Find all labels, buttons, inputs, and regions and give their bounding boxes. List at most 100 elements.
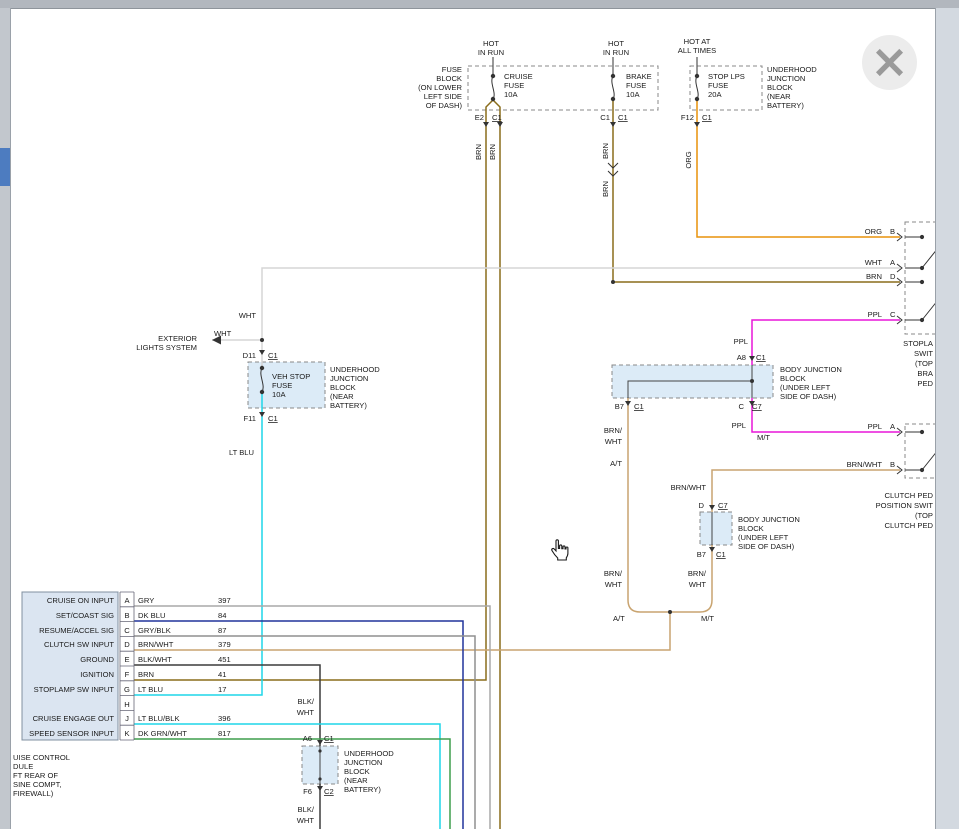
underhood-label: (NEAR: [344, 776, 368, 785]
body-junction-label: BLOCK: [780, 374, 806, 383]
left-edge-blue-accent: [0, 148, 10, 186]
circuit-number: 17: [218, 685, 226, 694]
close-button[interactable]: ×: [862, 35, 917, 90]
pin-label: C: [739, 402, 745, 411]
label-mt: M/T: [701, 614, 714, 623]
pin-letter: B: [124, 611, 129, 620]
wire-label-brnwht: BRN/: [604, 426, 623, 435]
fuse-symbol-cruise: [491, 74, 494, 100]
wire-label-brnwht: BRN/WHT: [671, 483, 707, 492]
circuit-number: 41: [218, 670, 226, 679]
pin-label: C1: [702, 113, 712, 122]
stoplamp-switch-internals: [905, 235, 938, 321]
signal-label: STOPLAMP SW INPUT: [34, 685, 115, 694]
pin-letter: H: [124, 700, 129, 709]
pin-letter: A: [124, 596, 130, 605]
circuit-number: 379: [218, 640, 231, 649]
window-right-edge[interactable]: [935, 8, 959, 829]
body-junction-label: SIDE OF DASH): [780, 392, 837, 401]
wire-label-brnwht: BRN/WHT: [847, 460, 883, 469]
pin-label: C1: [492, 113, 502, 122]
cruise-fuse-label: FUSE: [504, 81, 524, 90]
signal-label: IGNITION: [80, 670, 114, 679]
fuse-block-label: OF DASH): [426, 101, 463, 110]
underhood-label: JUNCTION: [767, 74, 805, 83]
label-hot: IN RUN: [478, 48, 504, 57]
component-boxes: [248, 66, 959, 784]
underhood-label: (NEAR: [330, 392, 354, 401]
pin-letter: C: [124, 626, 130, 635]
close-icon: ×: [870, 38, 909, 84]
pin-label: A8: [737, 353, 746, 362]
label-hot: HOT: [608, 39, 624, 48]
pin-label: F6: [303, 787, 312, 796]
wire-label-org: ORG: [865, 227, 882, 236]
body-junction-label: BODY JUNCTION: [780, 365, 842, 374]
pin-label: D: [890, 272, 896, 281]
label-hot: HOT AT: [684, 37, 711, 46]
wire-brnwht-at: [628, 398, 670, 612]
pin-label: C1: [268, 351, 278, 360]
pin-label: A: [890, 422, 896, 431]
circuit-number: 817: [218, 729, 231, 738]
pin-label: B7: [697, 550, 706, 559]
wire-label-blkwht: WHT: [297, 816, 315, 825]
fuse-symbol-brake: [611, 74, 614, 100]
wire-color-label: LT BLU/BLK: [138, 714, 180, 723]
wire-brnwht-clutch-input: [134, 612, 670, 650]
window-left-edge: [0, 8, 11, 829]
wire-color-label: BRN/WHT: [138, 640, 174, 649]
wire-color-label: LT BLU: [138, 685, 163, 694]
exterior-lights-label: EXTERIOR: [158, 334, 197, 343]
signal-label: RESUME/ACCEL SIG: [39, 626, 114, 635]
pin-label: F11: [243, 414, 256, 423]
circuit-number: 397: [218, 596, 231, 605]
cursor-pointer-icon: [552, 540, 568, 560]
connector-triangles: [259, 122, 755, 791]
pin-label: C1: [618, 113, 628, 122]
wire-gry-cruise-on: [134, 606, 490, 829]
cruise-fuse-label: 10A: [504, 90, 518, 99]
pin-label: C1: [268, 414, 278, 423]
brake-fuse-label: 10A: [626, 90, 640, 99]
body-junction-label: BLOCK: [738, 524, 764, 533]
module-label: SINE COMPT,: [13, 780, 62, 789]
wire-label-org: ORG: [684, 151, 693, 168]
pin-letter: D: [124, 640, 130, 649]
underhood-label: (NEAR: [767, 92, 791, 101]
stoplamp-switch-label: BRA: [917, 369, 934, 378]
pin-label: E2: [475, 113, 484, 122]
pin-label: A6: [303, 734, 312, 743]
wire-label-brnwht: WHT: [605, 437, 623, 446]
label-at: A/T: [613, 614, 625, 623]
brake-fuse-label: FUSE: [626, 81, 646, 90]
junction-dot: [611, 280, 615, 284]
signal-label: CLUTCH SW INPUT: [44, 640, 114, 649]
junction-dot: [260, 338, 264, 342]
wire-label-brnwht: WHT: [605, 580, 623, 589]
junction-dot: [750, 379, 754, 383]
pin-label: C1: [756, 353, 766, 362]
wire-label-ppl: PPL: [734, 337, 748, 346]
wire-brn-cruise-down: [493, 100, 500, 829]
pin-letter: F: [125, 670, 130, 679]
pin-label: B7: [615, 402, 624, 411]
wire-label-brnwht: BRN/: [688, 569, 707, 578]
terminal-dot: [318, 749, 321, 752]
wire-dkgrnwht-speed: [134, 739, 450, 829]
wire-label-ppl: PPL: [868, 310, 882, 319]
signal-label: CRUISE ON INPUT: [47, 596, 114, 605]
fuse-symbol-stop: [695, 74, 698, 100]
circuit-number: 84: [218, 611, 226, 620]
body-junction-label: (UNDER LEFT: [780, 383, 831, 392]
wire-wht-main: [262, 268, 900, 368]
signal-label: CRUISE ENGAGE OUT: [33, 714, 115, 723]
fuse-block-label: (ON LOWER: [418, 83, 462, 92]
wire-label-brn: BRN: [601, 143, 610, 159]
stoplamp-switch-label: PED: [917, 379, 933, 388]
wire-label-brn: BRN: [866, 272, 882, 281]
circuit-number: 451: [218, 655, 231, 664]
underhood-label: BLOCK: [344, 767, 370, 776]
diagram-viewer: CRUISE ON INPUT SET/COAST SIG RESUME/ACC…: [0, 0, 959, 829]
wire-label-ltblu: LT BLU: [229, 448, 254, 457]
